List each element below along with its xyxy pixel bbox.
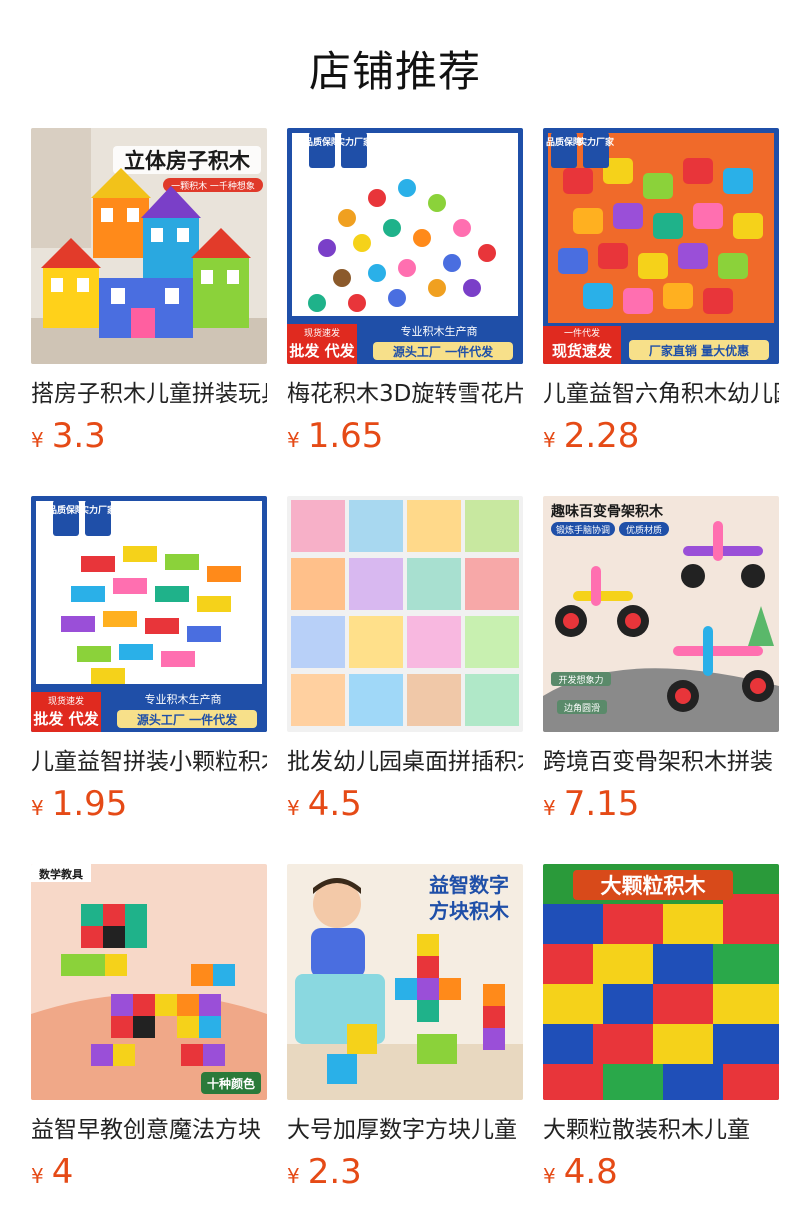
currency-symbol: ¥ xyxy=(287,1164,300,1188)
product-name[interactable]: 梅花积木3D旋转雪花片 xyxy=(287,378,523,410)
badge-quality: 品质保障 xyxy=(304,136,340,148)
product-image[interactable]: 益智数字 方块积木 xyxy=(287,864,523,1100)
strip-big: 批发 代发 xyxy=(289,342,355,360)
price-amount: 2.3 xyxy=(307,1152,362,1192)
product-price: ¥ 1.65 xyxy=(287,416,383,456)
badge-quality: 品质保障 xyxy=(546,136,582,148)
product-price: ¥ 4 xyxy=(31,1152,73,1192)
banner-main: 趣味百变骨架积木 xyxy=(550,503,664,520)
product-price: ¥ 2.28 xyxy=(543,416,639,456)
large-brick-pieces xyxy=(543,894,779,1100)
product-name[interactable]: 跨境百变骨架积木拼装 xyxy=(543,746,779,778)
product-card[interactable]: 品质保障 实力厂家 现货速发 批发 代发 专业积木生产商 源头工厂 一件代发 梅… xyxy=(287,128,523,496)
product-price: ¥ 4.5 xyxy=(287,784,362,824)
product-image[interactable] xyxy=(287,496,523,732)
product-image[interactable]: 品质保障 实力厂家 现货速发 批发 代发 专业积木生产商 源头工厂 一件代发 xyxy=(31,496,267,732)
store-recommendations-page: 店铺推荐 立体房子积木 一颗积木 一千种想象 搭房子积木儿童拼装玩具 ¥ 3.3… xyxy=(0,0,790,1232)
strip-small: 一件代发 xyxy=(564,327,600,339)
product-image[interactable]: 品质保障 实力厂家 一件代发 现货速发 厂家直销 量大优惠 xyxy=(543,128,779,364)
product-image[interactable]: 大颗粒积木 xyxy=(543,864,779,1100)
product-image[interactable]: 趣味百变骨架积木 锻炼手脑协调 优质材质 开发想象力 边角圆滑 xyxy=(543,496,779,732)
badge-factory: 实力厂家 xyxy=(336,136,373,148)
banner-main: 大颗粒积木 xyxy=(601,874,707,898)
slogan-text: 厂家直销 量大优惠 xyxy=(649,343,749,358)
product-price: ¥ 1.95 xyxy=(31,784,127,824)
product-name[interactable]: 搭房子积木儿童拼装玩具 xyxy=(31,378,267,410)
badge-factory: 实力厂家 xyxy=(578,136,615,148)
currency-symbol: ¥ xyxy=(287,796,300,820)
currency-symbol: ¥ xyxy=(31,428,44,452)
price-amount: 7.15 xyxy=(563,784,640,824)
small-bricks-image: 品质保障 实力厂家 现货速发 批发 代发 专业积木生产商 源头工厂 一件代发 xyxy=(31,496,267,732)
hexagon-blocks-image: 品质保障 实力厂家 一件代发 现货速发 厂家直销 量大优惠 xyxy=(543,128,779,364)
strip-small: 现货速发 xyxy=(48,695,84,707)
strip-big: 现货速发 xyxy=(552,342,613,360)
product-grid: 立体房子积木 一颗积木 一千种想象 搭房子积木儿童拼装玩具 ¥ 3.3 品质保障… xyxy=(31,128,779,1232)
currency-symbol: ¥ xyxy=(543,428,556,452)
banner-sub: 十种颜色 xyxy=(207,1076,255,1091)
product-price: ¥ 2.3 xyxy=(287,1152,362,1192)
product-card[interactable]: 大颗粒积木 大颗粒散装积木儿童 ¥ 4.8 xyxy=(543,864,779,1232)
banner-sub: 一颗积木 一千种想象 xyxy=(171,180,255,192)
strip-big: 批发 代发 xyxy=(33,710,99,728)
page-title: 店铺推荐 xyxy=(308,47,481,96)
snowflake-blocks-image: 品质保障 实力厂家 现货速发 批发 代发 专业积木生产商 源头工厂 一件代发 xyxy=(287,128,523,364)
product-name[interactable]: 大颗粒散装积木儿童 xyxy=(543,1114,779,1146)
badge-quality: 品质保障 xyxy=(48,504,84,516)
packaged-blocks-image xyxy=(287,496,523,732)
product-price: ¥ 4.8 xyxy=(543,1152,618,1192)
product-card[interactable]: 趣味百变骨架积木 锻炼手脑协调 优质材质 开发想象力 边角圆滑 跨境百变骨架积木… xyxy=(543,496,779,864)
product-card[interactable]: 品质保障 实力厂家 现货速发 批发 代发 专业积木生产商 源头工厂 一件代发 儿… xyxy=(31,496,267,864)
banner-main: 数学教具 xyxy=(39,867,83,881)
strip-small: 现货速发 xyxy=(304,327,340,339)
banner-main: 立体房子积木 xyxy=(124,149,251,173)
price-amount: 1.65 xyxy=(307,416,384,456)
product-name[interactable]: 大号加厚数字方块儿童 xyxy=(287,1114,523,1146)
product-card[interactable]: 益智数字 方块积木 大号加厚数字方块儿童 ¥ 2.3 xyxy=(287,864,523,1232)
product-card[interactable]: 批发幼儿园桌面拼插积木 ¥ 4.5 xyxy=(287,496,523,864)
badge-factory: 实力厂家 xyxy=(80,504,117,516)
math-cubes-image: 数学教具 十种颜色 xyxy=(31,864,267,1100)
skeleton-blocks-image: 趣味百变骨架积木 锻炼手脑协调 优质材质 开发想象力 边角圆滑 xyxy=(543,496,779,732)
price-amount: 4 xyxy=(51,1152,74,1192)
slogan-text: 源头工厂 一件代发 xyxy=(393,344,494,359)
price-amount: 4.8 xyxy=(563,1152,618,1192)
slogan-text: 源头工厂 一件代发 xyxy=(137,712,238,727)
price-amount: 4.5 xyxy=(307,784,362,824)
product-image[interactable]: 数学教具 十种颜色 xyxy=(31,864,267,1100)
price-amount: 2.28 xyxy=(563,416,640,456)
product-image[interactable]: 立体房子积木 一颗积木 一千种想象 xyxy=(31,128,267,364)
currency-symbol: ¥ xyxy=(31,1164,44,1188)
product-price: ¥ 3.3 xyxy=(31,416,106,456)
maker-text: 专业积木生产商 xyxy=(401,324,478,338)
product-name[interactable]: 批发幼儿园桌面拼插积木 xyxy=(287,746,523,778)
product-card[interactable]: 数学教具 十种颜色 益智早教创意魔法方块 ¥ 4 xyxy=(31,864,267,1232)
house-blocks-image: 立体房子积木 一颗积木 一千种想象 xyxy=(31,128,267,364)
large-bricks-image: 大颗粒积木 xyxy=(543,864,779,1100)
currency-symbol: ¥ xyxy=(287,428,300,452)
price-amount: 3.3 xyxy=(51,416,106,456)
banner-main: 益智数字 xyxy=(429,873,509,897)
currency-symbol: ¥ xyxy=(543,1164,556,1188)
currency-symbol: ¥ xyxy=(543,796,556,820)
banner-tag: 优质材质 xyxy=(626,524,662,536)
banner-main2: 方块积木 xyxy=(429,899,510,923)
price-amount: 1.95 xyxy=(51,784,128,824)
product-card[interactable]: 品质保障 实力厂家 一件代发 现货速发 厂家直销 量大优惠 儿童益智六角积木幼儿… xyxy=(543,128,779,496)
product-image[interactable]: 品质保障 实力厂家 现货速发 批发 代发 专业积木生产商 源头工厂 一件代发 xyxy=(287,128,523,364)
product-name[interactable]: 儿童益智拼装小颗粒积木 xyxy=(31,746,267,778)
banner-tag: 锻炼手脑协调 xyxy=(556,524,610,536)
product-name[interactable]: 儿童益智六角积木幼儿园 xyxy=(543,378,779,410)
banner-tag: 边角圆滑 xyxy=(564,702,600,714)
currency-symbol: ¥ xyxy=(31,796,44,820)
product-card[interactable]: 立体房子积木 一颗积木 一千种想象 搭房子积木儿童拼装玩具 ¥ 3.3 xyxy=(31,128,267,496)
banner-tag: 开发想象力 xyxy=(558,674,603,686)
product-name[interactable]: 益智早教创意魔法方块 xyxy=(31,1114,267,1146)
product-price: ¥ 7.15 xyxy=(543,784,639,824)
maker-text: 专业积木生产商 xyxy=(145,692,222,706)
number-cubes-image: 益智数字 方块积木 xyxy=(287,864,523,1100)
